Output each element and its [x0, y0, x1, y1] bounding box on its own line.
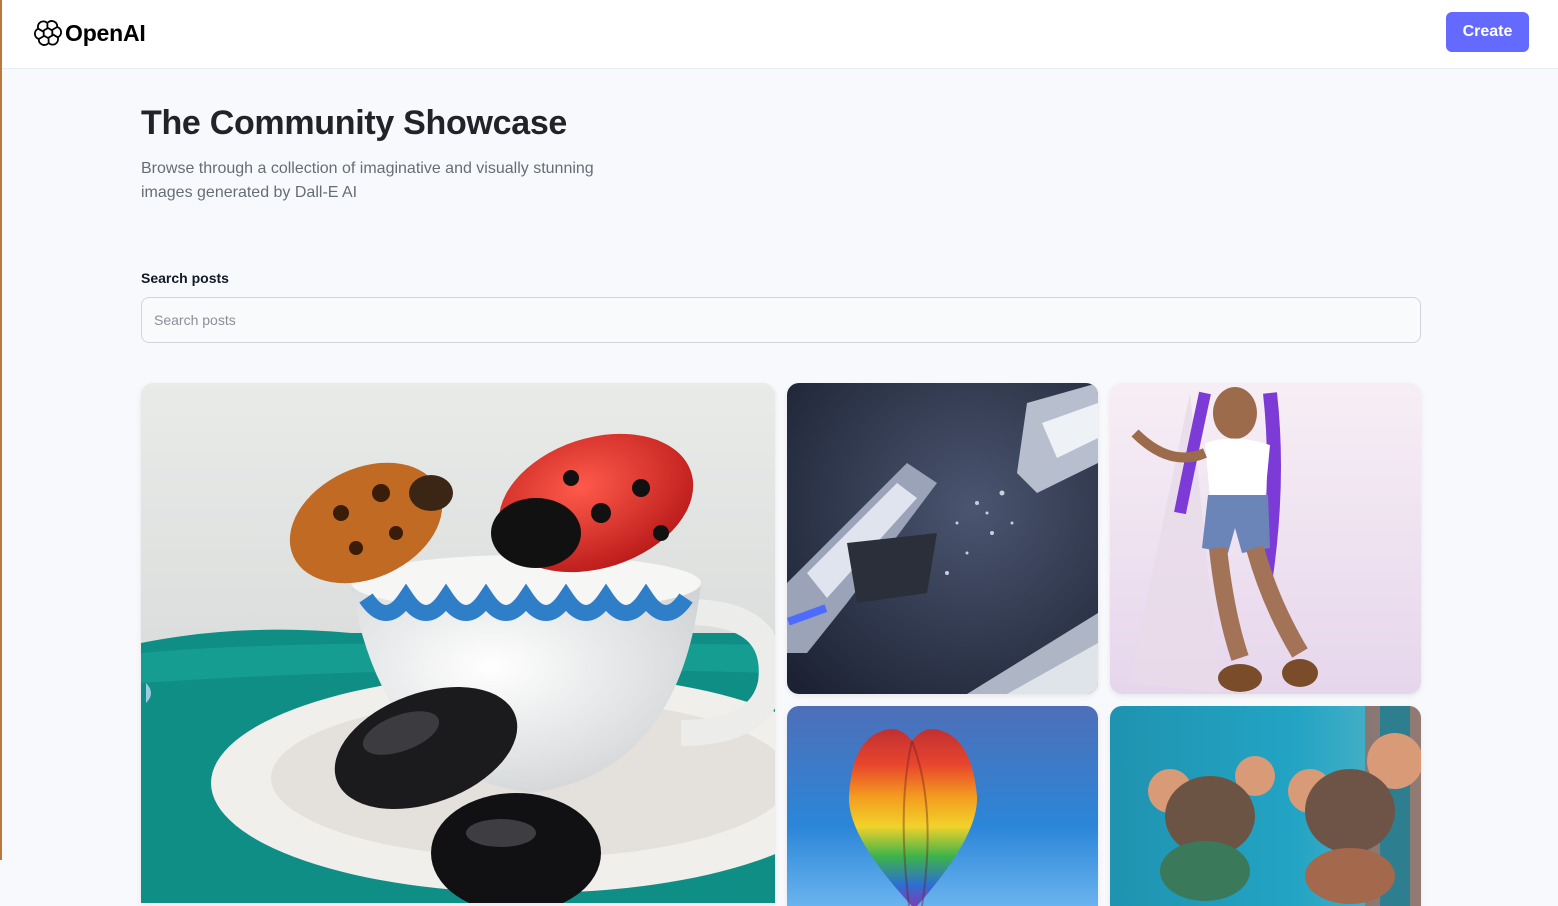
page-title: The Community Showcase: [141, 104, 568, 142]
window-edge: [0, 0, 2, 860]
openai-knot-icon: [34, 20, 62, 46]
post-card[interactable]: [1110, 706, 1421, 906]
post-card[interactable]: [787, 383, 1098, 694]
top-navbar: OpenAI Create: [2, 0, 1558, 69]
post-image: [1110, 383, 1421, 694]
post-card[interactable]: [787, 706, 1098, 906]
post-card[interactable]: [1110, 383, 1421, 694]
page-subtitle: Browse through a collection of imaginati…: [141, 160, 594, 201]
create-button[interactable]: Create: [1446, 12, 1529, 52]
brand-name: OpenAI: [65, 19, 146, 46]
search-input[interactable]: [141, 297, 1421, 343]
post-image: [141, 383, 775, 903]
post-image: [787, 383, 1098, 694]
search-label: Search posts: [141, 270, 229, 286]
post-card[interactable]: [141, 383, 775, 903]
post-image: [787, 706, 1098, 906]
openai-logo[interactable]: OpenAI: [34, 17, 146, 49]
post-image: [1110, 706, 1421, 906]
